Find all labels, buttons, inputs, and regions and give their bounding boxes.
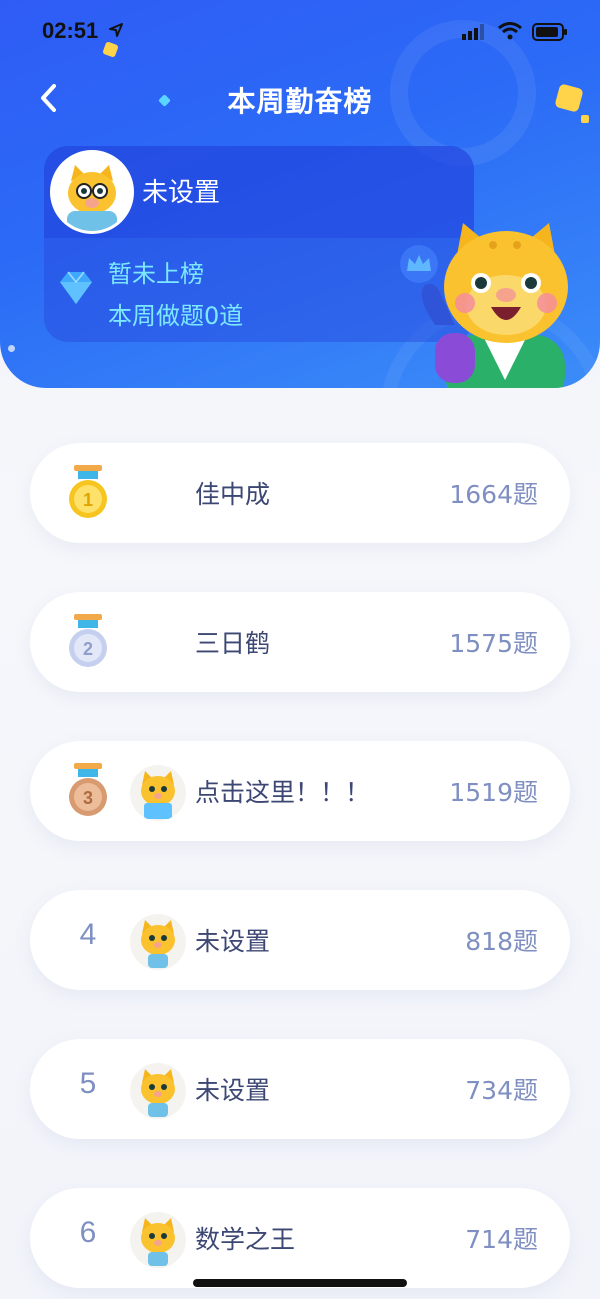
decor-square — [554, 83, 584, 113]
leaderboard-row[interactable]: 6 数学之王 714题 — [30, 1188, 570, 1288]
page-title: 本周勤奋榜 — [227, 85, 373, 118]
user-avatar[interactable] — [50, 150, 134, 234]
profile-name: 未设置 — [142, 178, 221, 208]
row-user-name: 未设置 — [195, 1076, 271, 1105]
row-user-name: 未设置 — [195, 927, 271, 956]
user-avatar[interactable] — [130, 1063, 186, 1119]
rank-number: 5 — [79, 1067, 97, 1100]
tiger-avatar-icon — [141, 1069, 175, 1117]
battery-icon — [532, 23, 567, 41]
home-indicator[interactable] — [193, 1279, 407, 1287]
user-avatar[interactable] — [130, 914, 186, 970]
leaderboard-row[interactable]: 3 点击这里！！！ 1519题 — [30, 741, 570, 841]
medal-rank-label: 1 — [83, 490, 93, 510]
leaderboard-row[interactable]: 4 未设置 818题 — [30, 890, 570, 990]
tiger-avatar-icon — [141, 920, 175, 968]
row-question-count: 1519题 — [449, 778, 538, 807]
rank-number: 4 — [79, 918, 97, 951]
tiger-reading-avatar-icon — [141, 771, 175, 819]
medal-rank-label: 2 — [83, 639, 93, 659]
medal-rank-label: 3 — [83, 788, 93, 808]
row-question-count: 818题 — [465, 927, 538, 956]
row-question-count: 714题 — [465, 1225, 538, 1254]
rank-number: 6 — [79, 1216, 97, 1249]
rank-status: 暂未上榜 — [108, 260, 204, 288]
status-bar: 02:51 — [0, 0, 600, 62]
row-question-count: 1664题 — [449, 480, 538, 509]
leaderboard-row[interactable]: 1 佳中成 1664题 — [30, 443, 570, 543]
diamond-icon — [60, 271, 92, 304]
tiger-avatar-icon — [53, 153, 131, 231]
status-time: 02:51 — [42, 18, 99, 43]
decor-square — [581, 115, 589, 123]
row-question-count: 734题 — [465, 1076, 538, 1105]
location-arrow-icon — [109, 23, 123, 37]
header-banner: 02:51 本周勤奋榜 未设置 暂未上榜 本周做题0道 — [0, 0, 600, 388]
row-user-name: 佳中成 — [195, 480, 271, 509]
user-avatar[interactable] — [130, 1212, 186, 1268]
row-user-name: 数学之王 — [195, 1225, 296, 1254]
decor-dot — [8, 345, 15, 352]
row-user-name: 三日鹤 — [195, 629, 271, 658]
user-avatar[interactable] — [130, 765, 186, 821]
bronze-medal-icon: 3 — [69, 763, 107, 816]
leaderboard-row[interactable]: 2 三日鹤 1575题 — [30, 592, 570, 692]
row-question-count: 1575题 — [449, 629, 538, 658]
silver-medal-icon: 2 — [69, 614, 107, 667]
cellular-signal-icon — [462, 24, 484, 40]
tiger-avatar-icon — [141, 1218, 175, 1266]
gold-medal-icon: 1 — [69, 465, 107, 518]
tiger-mascot-icon — [421, 223, 568, 388]
weekly-question-count: 本周做题0道 — [108, 302, 244, 330]
leaderboard-row[interactable]: 5 未设置 734题 — [30, 1039, 570, 1139]
row-user-name: 点击这里！！！ — [195, 778, 371, 807]
back-button[interactable] — [34, 82, 66, 114]
wifi-icon — [498, 22, 522, 40]
